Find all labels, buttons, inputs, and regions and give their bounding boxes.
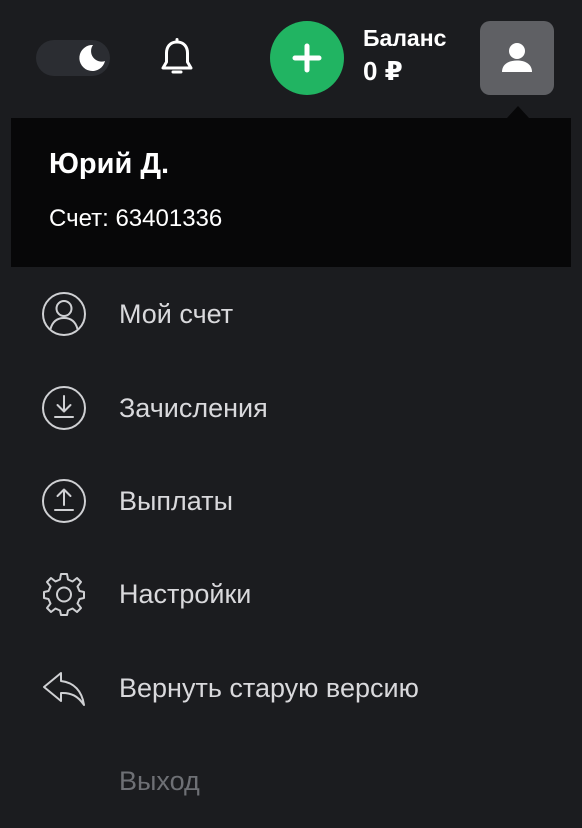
gear-icon: [41, 571, 87, 617]
menu-item-label: Зачисления: [119, 393, 268, 423]
menu-item-payouts[interactable]: Выплаты: [11, 461, 571, 541]
account-number: 63401336: [115, 205, 223, 232]
plus-icon: [292, 43, 322, 73]
menu-item-deposits[interactable]: Зачисления: [11, 368, 571, 448]
menu-item-label: Выплаты: [119, 486, 233, 516]
dropdown-pointer: [507, 106, 529, 118]
upload-circle-icon: [41, 478, 87, 524]
balance-block: Баланс 0 ₽: [363, 23, 446, 89]
menu-item-label: Вернуть старую версию: [119, 673, 419, 703]
theme-toggle[interactable]: [36, 40, 110, 76]
moon-icon: [74, 41, 108, 75]
menu-item-old-version[interactable]: Вернуть старую версию: [11, 648, 571, 728]
menu-item-logout[interactable]: Выход: [11, 741, 571, 821]
menu-item-label: Выход: [119, 766, 200, 796]
user-circle-icon: [41, 291, 87, 337]
user-name: Юрий Д.: [49, 148, 170, 180]
download-circle-icon: [41, 385, 87, 431]
profile-menu: Юрий Д. Счет: 63401336 Мой счет Зачислен…: [11, 118, 571, 828]
reply-arrow-icon: [41, 665, 87, 711]
menu-item-label: Мой счет: [119, 299, 234, 329]
account-label: Счет:: [49, 205, 109, 232]
user-icon: [502, 43, 532, 72]
menu-item-settings[interactable]: Настройки: [11, 554, 571, 634]
balance-value: 0 ₽: [363, 56, 403, 86]
account-info: Счет: 63401336: [49, 204, 222, 234]
profile-button[interactable]: [480, 21, 554, 95]
add-funds-button[interactable]: [270, 21, 344, 95]
profile-header: Юрий Д. Счет: 63401336: [11, 118, 571, 267]
menu-item-label: Настройки: [119, 579, 252, 609]
top-bar: Баланс 0 ₽: [0, 0, 582, 118]
bell-icon[interactable]: [158, 38, 196, 80]
menu-item-my-account[interactable]: Мой счет: [11, 274, 571, 354]
balance-label: Баланс: [363, 25, 447, 51]
